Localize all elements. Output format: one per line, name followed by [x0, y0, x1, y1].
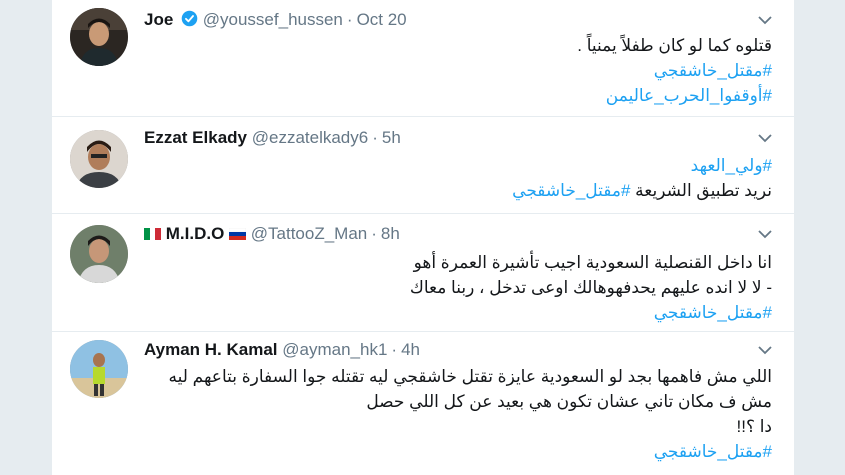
- tweet-text-line: نريد تطبيق الشريعة: [630, 181, 772, 200]
- tweet-text: #ولي_العهد نريد تطبيق الشريعة #مقتل_خاشق…: [144, 153, 772, 203]
- tweet[interactable]: Ezzat Elkady @ezzatelkady6 · 5h #ولي_العهد…: [52, 117, 794, 214]
- avatar-photo: [70, 8, 128, 66]
- dot-separator: ·: [346, 10, 353, 29]
- avatar-photo: [70, 225, 128, 283]
- author-handle[interactable]: @TattooZ_Man: [251, 224, 367, 243]
- tweet-timestamp[interactable]: 4h: [401, 340, 420, 359]
- chevron-down-icon[interactable]: [758, 229, 772, 239]
- author-name[interactable]: Ayman H. Kamal: [144, 340, 278, 359]
- avatar[interactable]: [70, 8, 128, 66]
- dot-separator: ·: [371, 224, 377, 243]
- tweet-text-line: اللي مش فاهمها بجد لو السعودية عايزة تقت…: [168, 367, 773, 386]
- tweet-text: انا داخل القنصلية السعودية اجيب تأشيرة ا…: [144, 250, 772, 325]
- chevron-down-icon[interactable]: [758, 133, 772, 143]
- tweet-timestamp[interactable]: Oct 20: [357, 10, 407, 29]
- hashtag-link[interactable]: #مقتل_خاشقجي: [144, 58, 772, 83]
- tweet[interactable]: M.I.D.O @TattooZ_Man · 8h انا داخل القنصلي…: [52, 214, 794, 332]
- tweet-text: قتلوه كما لو كان طفلاً يمنياً . #مقتل_خا…: [144, 33, 772, 108]
- russia-flag-icon: [229, 228, 247, 240]
- tweet[interactable]: Ayman H. Kamal @ayman_hk1 · 4h اللي مش فاه…: [52, 332, 794, 475]
- author-handle[interactable]: @ezzatelkady6: [252, 128, 369, 147]
- chevron-down-icon[interactable]: [758, 15, 772, 25]
- tweet-timestamp[interactable]: 5h: [382, 128, 401, 147]
- author-handle[interactable]: @ayman_hk1: [282, 340, 387, 359]
- tweet[interactable]: Joe @youssef_hussen · Oct 20 قتلوه كما لو …: [52, 0, 794, 117]
- dot-separator: ·: [372, 128, 378, 147]
- author-name[interactable]: M.I.D.O: [166, 224, 225, 243]
- tweet-timestamp[interactable]: 8h: [381, 224, 400, 243]
- avatar[interactable]: [70, 225, 128, 283]
- avatar[interactable]: [70, 340, 128, 398]
- tweet-text-line: دا ؟!!: [736, 417, 773, 436]
- italy-flag-icon: [144, 228, 161, 240]
- tweet-text: اللي مش فاهمها بجد لو السعودية عايزة تقت…: [144, 364, 773, 464]
- dot-separator: ·: [391, 340, 398, 359]
- avatar-photo: [70, 130, 128, 188]
- tweet-text-line: انا داخل القنصلية السعودية اجيب تأشيرة ا…: [413, 253, 772, 272]
- hashtag-link[interactable]: #مقتل_خاشقجي: [144, 439, 772, 464]
- tweet-text-line: مش ف مكان تاني عشان تكون هي بعيد عن كل ا…: [366, 392, 772, 411]
- chevron-down-icon[interactable]: [758, 345, 772, 355]
- hashtag-link[interactable]: #ولي_العهد: [144, 153, 772, 178]
- hashtag-link[interactable]: #أوقفوا_الحرب_عاليمن: [144, 83, 772, 108]
- tweet-text-line: قتلوه كما لو كان طفلاً يمنياً .: [577, 36, 772, 55]
- tweet-text-line: - لا لا انده عليهم يحدفهوهالك اوعى تدخل …: [409, 278, 772, 297]
- avatar-photo: [70, 340, 128, 398]
- author-name[interactable]: Ezzat Elkady: [144, 128, 247, 147]
- hashtag-link[interactable]: #مقتل_خاشقجي: [512, 181, 630, 200]
- author-name[interactable]: Joe: [144, 10, 173, 29]
- author-handle[interactable]: @youssef_hussen: [203, 10, 343, 29]
- verified-badge-icon: [181, 10, 198, 27]
- hashtag-link[interactable]: #مقتل_خاشقجي: [144, 300, 772, 325]
- avatar[interactable]: [70, 130, 128, 188]
- tweet-timeline: Joe @youssef_hussen · Oct 20 قتلوه كما لو …: [52, 0, 794, 475]
